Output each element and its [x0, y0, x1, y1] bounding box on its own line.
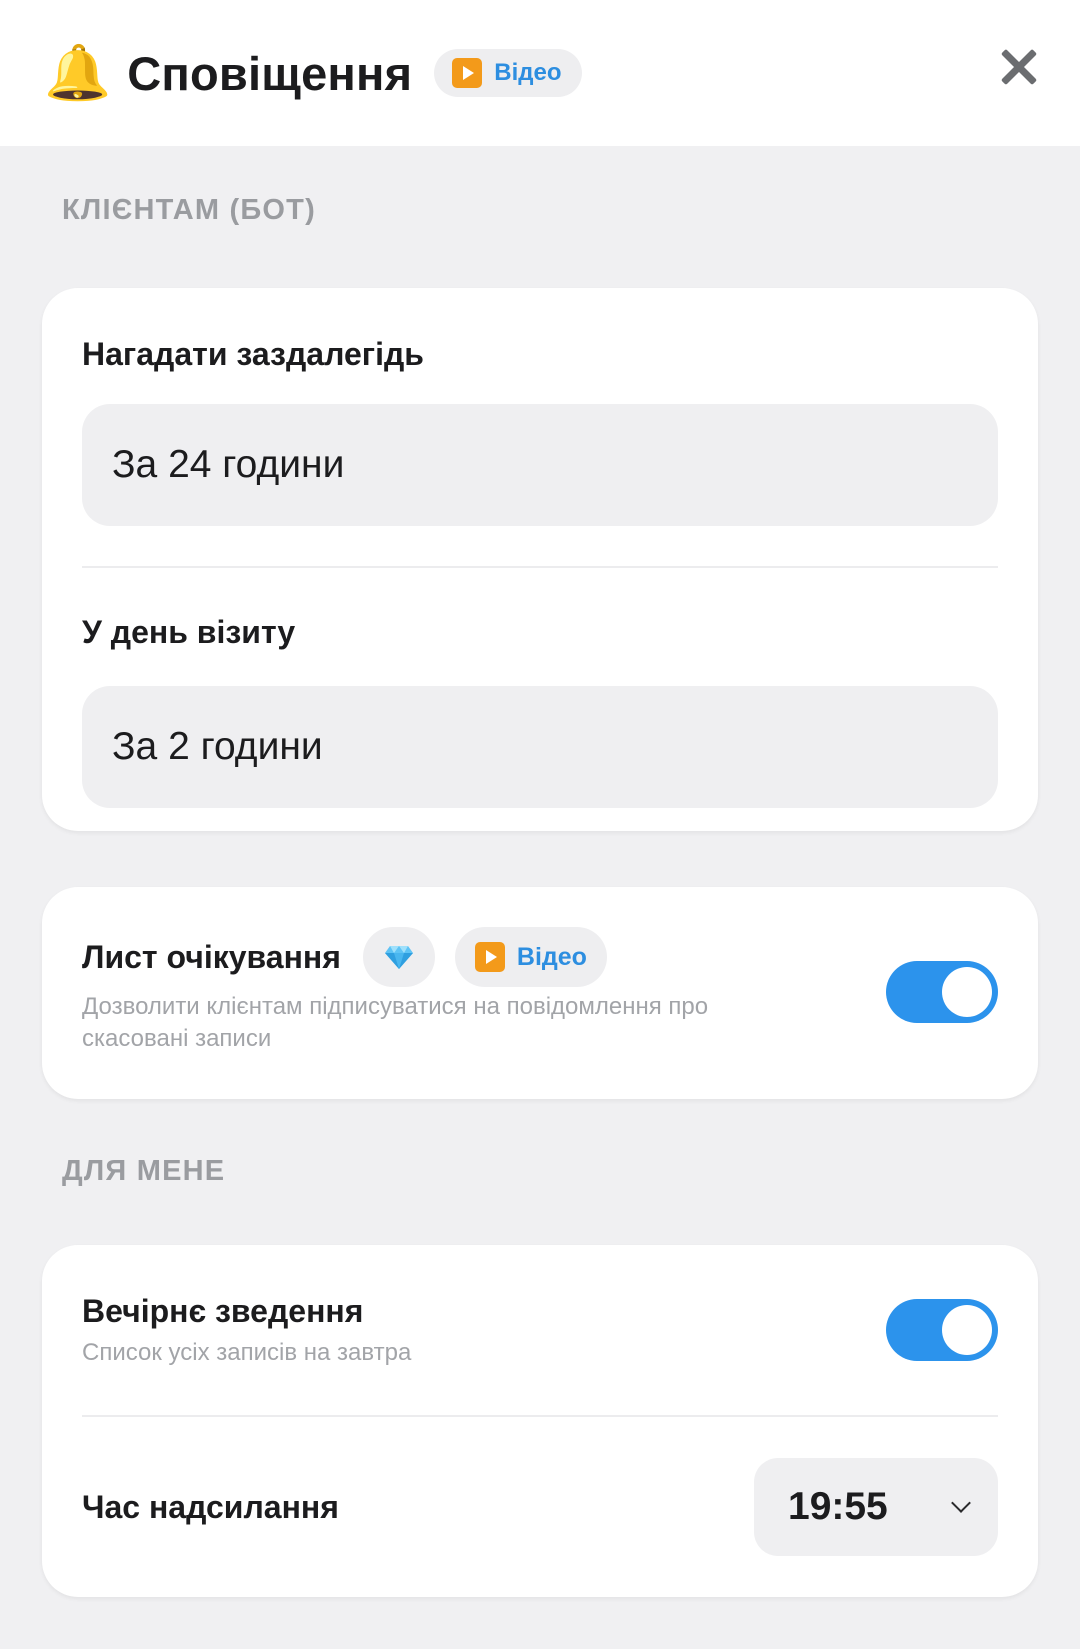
toggle-knob — [942, 1305, 992, 1355]
waitlist-description: Дозволити клієнтам підписуватися на пові… — [82, 993, 709, 1052]
close-icon[interactable] — [1000, 48, 1038, 86]
video-button[interactable]: Відео — [434, 49, 582, 97]
send-time-title: Час надсилання — [82, 1488, 339, 1525]
send-time-select[interactable]: 19:55 — [754, 1458, 998, 1556]
evening-summary-description: Список усіх записів на завтра — [82, 1339, 412, 1366]
toggle-knob — [942, 967, 992, 1017]
evening-summary-title: Вечірнє зведення — [82, 1293, 364, 1329]
waitlist-title: Лист очікування — [82, 938, 341, 975]
play-icon — [452, 58, 483, 88]
remind-in-advance-select[interactable]: За 24 години — [82, 404, 998, 526]
chevron-down-icon — [951, 1493, 971, 1513]
waitlist-video-button[interactable]: Відео — [454, 927, 607, 987]
diamond-icon — [384, 946, 413, 969]
reminders-card: Нагадати заздалегідь За 24 години У день… — [42, 288, 1038, 831]
premium-badge[interactable] — [362, 927, 435, 987]
visit-day-title: У день візиту — [82, 614, 296, 650]
send-time-value: 19:55 — [788, 1485, 888, 1528]
play-icon — [474, 942, 505, 972]
waitlist-card: Лист очікування Відео Дозволити клієнтам… — [42, 887, 1038, 1099]
video-label: Відео — [494, 59, 562, 86]
page-title: Сповіщення — [127, 46, 413, 100]
evening-summary-toggle[interactable] — [886, 1299, 998, 1361]
waitlist-toggle[interactable] — [886, 961, 998, 1023]
section-label-me: ДЛЯ МЕНЕ — [62, 1155, 226, 1187]
remind-in-advance-title: Нагадати заздалегідь — [82, 336, 424, 372]
bell-icon: 🔔 — [44, 43, 112, 103]
waitlist-video-label: Відео — [516, 942, 587, 971]
visit-day-select[interactable]: За 2 години — [82, 686, 998, 808]
section-label-clients: КЛІЄНТАМ (БОТ) — [62, 194, 316, 226]
divider — [82, 566, 998, 568]
evening-summary-card: Вечірнє зведення Список усіх записів на … — [42, 1245, 1038, 1597]
header: 🔔 Сповіщення Відео — [0, 0, 1080, 146]
